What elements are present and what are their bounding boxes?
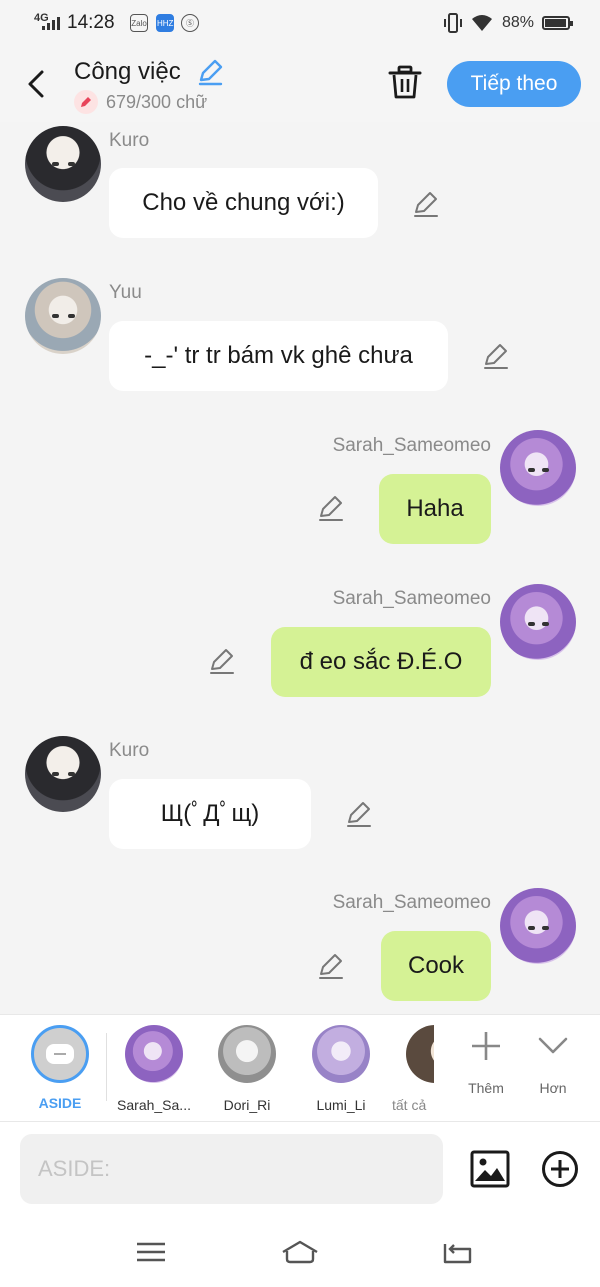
message-bubble[interactable]: -_-' tr tr bám vk ghê chưa (109, 321, 448, 391)
edit-message-icon[interactable] (208, 647, 236, 675)
more-button[interactable]: Hơn (525, 1029, 581, 1096)
chat-area[interactable]: Kuro Cho về chung với:) Yuu -_-' tr tr b… (0, 122, 600, 1014)
avatar-sarah[interactable] (500, 430, 576, 506)
system-nav-bar (0, 1217, 600, 1287)
edit-message-icon[interactable] (482, 342, 510, 370)
back-nav-icon[interactable] (440, 1237, 474, 1267)
character-label: tất cả (392, 1097, 427, 1113)
avatar-sarah[interactable] (500, 888, 576, 964)
wifi-icon (471, 15, 492, 31)
pencil-badge-icon (74, 90, 98, 114)
edit-message-icon[interactable] (317, 952, 345, 980)
app-header: Công việc 679/300 chữ Tiếp theo (0, 46, 600, 122)
page-title: Công việc (74, 58, 181, 85)
signal-icon (42, 17, 60, 30)
more-label: Hơn (539, 1080, 567, 1096)
character-item[interactable]: Lumi_Li (300, 1025, 382, 1113)
character-item[interactable]: Sarah_Sa... (113, 1025, 195, 1113)
chevron-down-icon (538, 1037, 568, 1054)
sender-name: Sarah_Sameomeo (332, 435, 491, 456)
edit-title-icon[interactable] (196, 58, 224, 86)
aside-selector[interactable]: ASIDE (19, 1025, 101, 1111)
message-bubble[interactable]: đ eo sắc Đ.É.O (271, 627, 491, 697)
menu-icon[interactable] (134, 1237, 168, 1267)
sync-icon: Ⓢ (181, 14, 199, 32)
avatar-yuu[interactable] (25, 278, 101, 354)
plus-icon (472, 1032, 500, 1060)
image-icon[interactable] (470, 1150, 510, 1188)
character-avatar (125, 1025, 183, 1083)
character-avatar (218, 1025, 276, 1083)
avatar-kuro[interactable] (25, 126, 101, 202)
vibrate-icon (443, 13, 462, 33)
app-notification-icon: HHZ (156, 14, 174, 32)
avatar-kuro[interactable] (25, 736, 101, 812)
sender-name: Kuro (109, 130, 150, 151)
character-label: Lumi_Li (316, 1097, 366, 1113)
word-count: 679/300 chữ (74, 90, 207, 114)
edit-message-icon[interactable] (317, 494, 345, 522)
character-label: Dori_Ri (223, 1097, 271, 1113)
message-bubble[interactable]: Щ(ﾟДﾟщ) (109, 779, 311, 849)
aside-label: ASIDE (38, 1095, 82, 1111)
sender-name: Kuro (109, 740, 150, 761)
message-input[interactable]: ASIDE: (20, 1134, 443, 1204)
avatar-sarah[interactable] (500, 584, 576, 660)
aside-icon (31, 1025, 89, 1083)
add-label: Thêm (468, 1080, 504, 1096)
character-item[interactable]: tất cả (392, 1025, 434, 1113)
back-arrow-icon[interactable] (20, 64, 54, 104)
character-avatar (406, 1025, 434, 1083)
status-bar: 4G 14:28 Zalo HHZ Ⓢ 88% (0, 0, 600, 46)
message-bubble[interactable]: Haha (379, 474, 491, 544)
edit-message-icon[interactable] (345, 800, 373, 828)
character-bar: ASIDE Sarah_Sa... Dori_Ri Lumi_Li tất cả… (0, 1014, 600, 1122)
message-bubble[interactable]: Cook (381, 931, 491, 1001)
home-icon[interactable] (280, 1237, 320, 1267)
character-avatar (312, 1025, 370, 1083)
character-label: Sarah_Sa... (117, 1097, 191, 1113)
trash-icon[interactable] (388, 64, 422, 100)
next-button[interactable]: Tiếp theo (447, 61, 581, 107)
add-character-button[interactable]: Thêm (458, 1029, 514, 1096)
status-time: 14:28 (67, 12, 115, 33)
sender-name: Sarah_Sameomeo (332, 892, 491, 913)
character-item[interactable]: Dori_Ri (206, 1025, 288, 1113)
add-circle-icon[interactable] (541, 1150, 579, 1188)
word-count-text: 679/300 chữ (106, 91, 208, 112)
battery-icon (542, 16, 573, 30)
message-bubble[interactable]: Cho về chung với:) (109, 168, 378, 238)
sender-name: Yuu (109, 282, 142, 303)
edit-message-icon[interactable] (412, 190, 440, 218)
zalo-icon: Zalo (130, 14, 148, 32)
input-bar: ASIDE: (0, 1122, 600, 1217)
battery-percent: 88% (501, 14, 534, 31)
sender-name: Sarah_Sameomeo (332, 588, 491, 609)
divider (106, 1033, 107, 1101)
